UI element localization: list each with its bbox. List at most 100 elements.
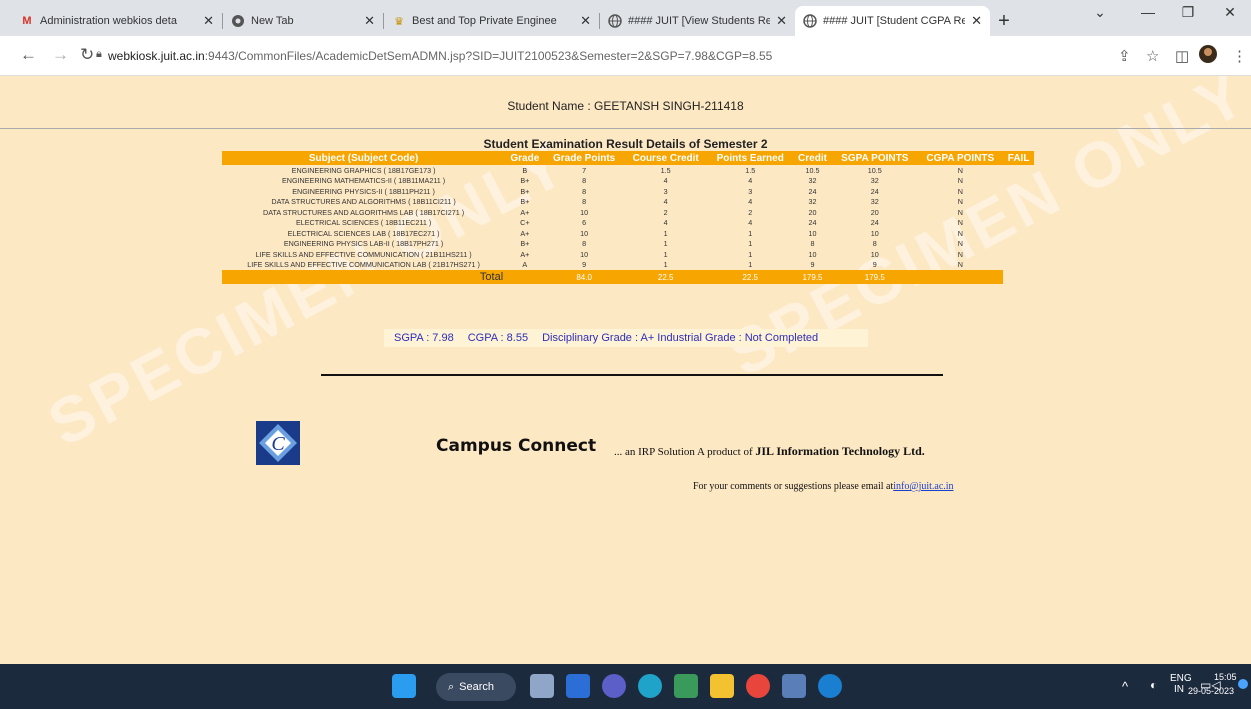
tab-view-students[interactable]: #### JUIT [View Students Re ✕ [600,6,795,36]
notification-icon[interactable] [1238,679,1248,692]
value-cell: 8 [872,239,877,249]
globe-icon [803,14,817,28]
grade-summary: SGPA : 7.98 CGPA : 8.55 Disciplinary Gra… [384,329,868,347]
start-icon[interactable] [392,674,416,698]
network-icon[interactable]: ◐ [1150,678,1157,692]
task-view-icon[interactable] [530,674,554,698]
divider [0,128,1251,129]
tab-search-icon[interactable]: ⌄ [1080,4,1120,21]
value-cell: 1 [748,249,753,259]
taskbar: ⌕ Search ^ ◐ ENG IN ▭◁ 15:05 29-05-2023 [0,664,1251,709]
value-cell: 10 [580,207,589,217]
lock-icon[interactable]: 🔒︎ [96,48,102,61]
value-cell: 1 [748,260,753,270]
value-cell: 10 [870,249,879,259]
subject-cell: ENGINEERING MATHEMATICS-II ( 18B11MA211 … [281,176,446,186]
app-icon[interactable] [782,674,806,698]
store-icon[interactable] [674,674,698,698]
sidepanel-icon[interactable]: ◫ [1175,47,1189,65]
new-tab-button[interactable]: + [990,6,1018,36]
tab-gmail[interactable]: M Administration webkios deta ✕ [12,6,222,36]
table-row: LIFE SKILLS AND EFFECTIVE COMMUNICATION … [222,260,1034,271]
close-icon[interactable]: ✕ [364,13,375,29]
value-cell: 1 [663,249,668,259]
brand-tagline: ... an IRP Solution A product of JIL Inf… [614,444,925,458]
value-cell: 4 [663,197,668,207]
table-row: ENGINEERING MATHEMATICS-II ( 18B11MA211 … [222,176,1034,187]
value-cell: B+ [520,186,530,196]
value-cell: 1 [748,228,753,238]
value-cell: 1 [663,228,668,238]
forward-icon[interactable]: → [52,45,69,65]
menu-icon[interactable]: ⋮ [1232,47,1247,65]
value-cell: 1 [663,239,668,249]
value-cell: 8 [810,239,815,249]
chevron-up-icon[interactable]: ^ [1122,679,1128,694]
grade-status: Disciplinary Grade : A+ Industrial Grade… [542,332,819,344]
total-row: Total 84.0 22.5 22.5 179.5 179.5 [222,270,1034,284]
value-cell: B+ [520,197,530,207]
close-icon[interactable]: ✕ [203,13,214,29]
value-cell: 10 [870,228,879,238]
page-content: SPECIMEN ONLY SPECIMEN ONLY Student Name… [0,76,1251,664]
taskbar-search[interactable]: ⌕ Search [436,673,516,701]
table-row: ENGINEERING GRAPHICS ( 18B17GE173 ) B 7 1.5… [222,165,1034,176]
share-icon[interactable]: ⇪ [1118,47,1131,65]
value-cell: N [957,207,963,217]
value-cell: 8 [582,186,587,196]
url-field[interactable]: webkiosk.juit.ac.in:9443/CommonFiles/Aca… [108,49,772,63]
cgpa-value: CGPA : 8.55 [467,332,529,344]
avatar[interactable] [1198,44,1218,68]
value-cell: N [957,260,963,270]
total-label: Total [222,270,506,284]
clock-date[interactable]: 29-05-2023 [1188,686,1234,696]
value-cell: C+ [520,218,530,228]
file-explorer-icon[interactable] [710,674,734,698]
close-icon[interactable]: ✕ [971,13,982,29]
value-cell: 4 [663,218,668,228]
col-header: Course Credit [623,151,708,165]
vpn-icon[interactable] [818,674,842,698]
bookmark-star-icon[interactable]: ☆ [1146,47,1159,65]
minimize-button[interactable]: — [1128,4,1168,20]
chrome-icon[interactable] [746,674,770,698]
tab-new-tab[interactable]: New Tab ✕ [223,6,383,36]
subject-cell: LIFE SKILLS AND EFFECTIVE COMMUNICATION … [247,260,480,270]
table-row: ENGINEERING PHYSICS LAB-II ( 18B17PH271 … [222,239,1034,250]
total-cell: 22.5 [623,270,708,284]
back-icon[interactable]: ← [20,45,37,65]
value-cell: B+ [520,176,530,186]
value-cell: 8 [582,197,587,207]
search-icon: ⌕ [448,680,455,693]
value-cell: 10 [580,249,589,259]
contact-line: For your comments or suggestions please … [693,481,954,492]
close-icon[interactable]: ✕ [580,13,591,29]
college-icon: ♛ [394,15,404,28]
total-cell: 179.5 [832,270,918,284]
value-cell: 1.5 [660,165,671,175]
value-cell: 24 [870,186,879,196]
tab-engineering[interactable]: ♛ Best and Top Private Enginee ✕ [384,6,599,36]
value-cell: 8 [582,239,587,249]
email-link[interactable]: info@juit.ac.in [893,481,953,492]
col-header: Grade [505,151,545,165]
close-window-button[interactable]: ✕ [1210,4,1250,21]
browser-tab-strip: M Administration webkios deta ✕ New Tab … [0,0,1251,36]
sgpa-value: SGPA : 7.98 [394,332,454,344]
value-cell: 10 [808,228,817,238]
value-cell: 32 [870,176,879,186]
restore-button[interactable]: ❐ [1168,4,1208,21]
col-header: Grade Points [544,151,624,165]
table-header-row: Subject (Subject Code) Grade Grade Point… [222,151,1034,165]
clock-time[interactable]: 15:05 [1214,672,1237,682]
reload-icon[interactable]: ↻ [80,45,94,65]
tab-student-cgpa[interactable]: #### JUIT [Student CGPA Re ✕ [795,6,990,36]
table-row: LIFE SKILLS AND EFFECTIVE COMMUNICATION … [222,249,1034,260]
globe-icon [608,14,622,28]
widgets-icon[interactable] [566,674,590,698]
value-cell: 32 [808,197,817,207]
edge-icon[interactable] [638,674,662,698]
value-cell: 10 [808,249,817,259]
close-icon[interactable]: ✕ [776,13,787,29]
teams-icon[interactable] [602,674,626,698]
